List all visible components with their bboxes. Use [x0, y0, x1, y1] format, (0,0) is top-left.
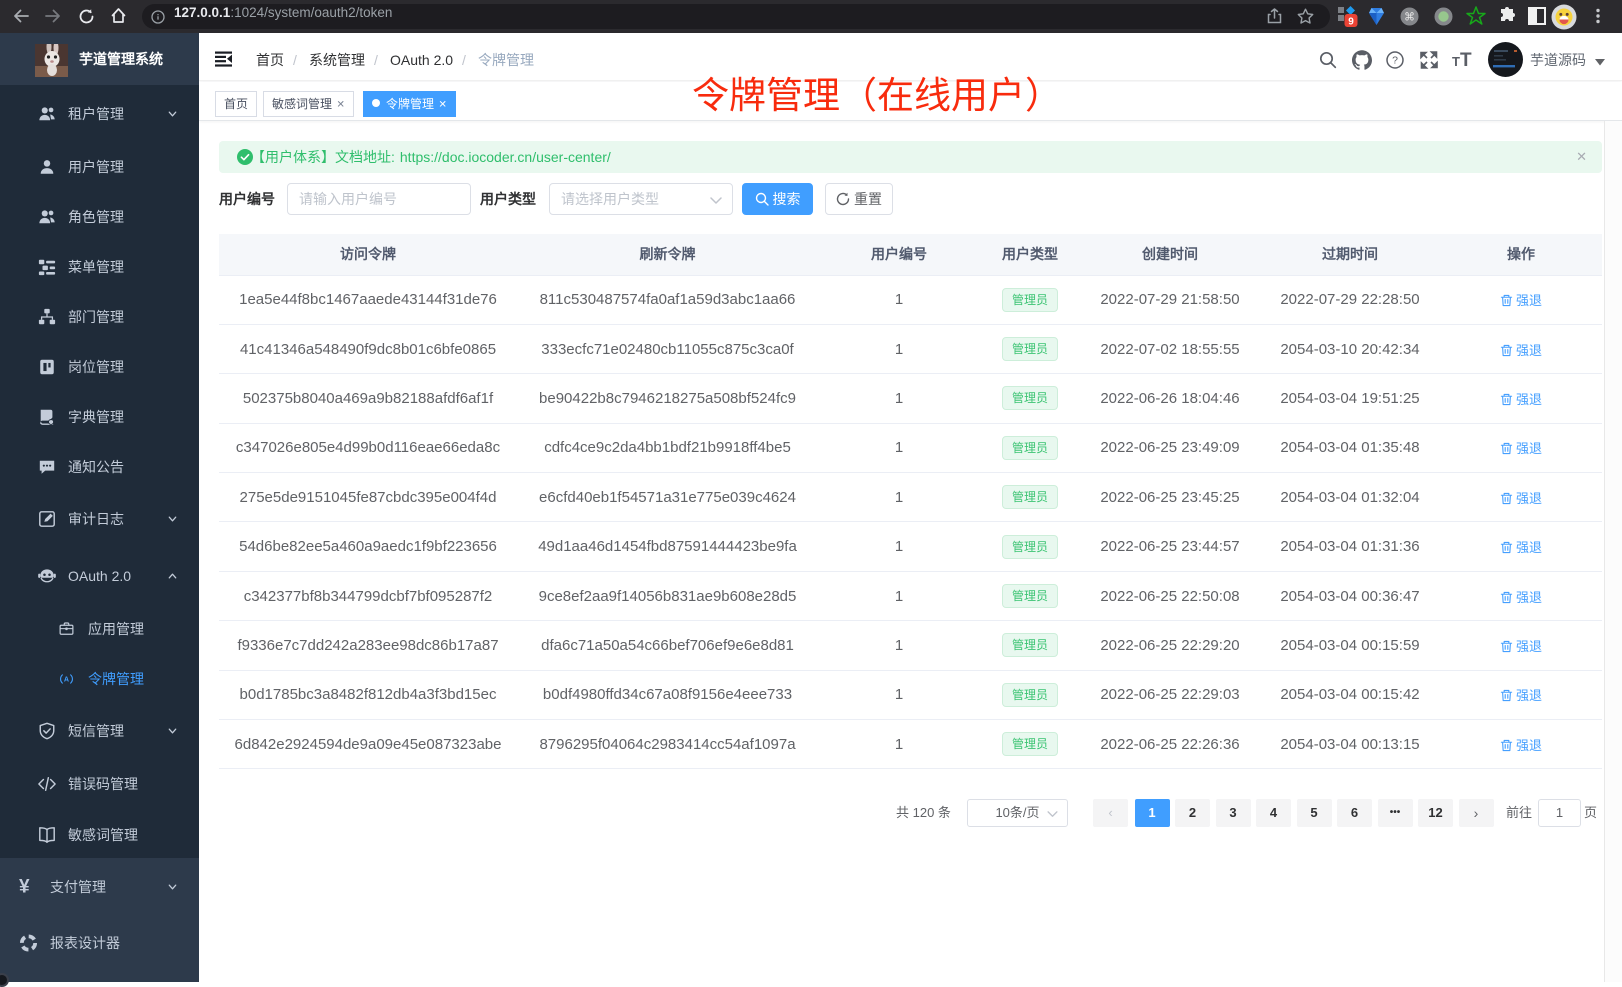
svg-text:A: A	[64, 676, 69, 684]
svg-text:?: ?	[1392, 55, 1398, 67]
svg-text:T: T	[1460, 50, 1472, 70]
svg-text:⌘: ⌘	[1404, 12, 1415, 24]
svg-text:9: 9	[1348, 17, 1354, 28]
svg-text:T: T	[1452, 54, 1460, 69]
